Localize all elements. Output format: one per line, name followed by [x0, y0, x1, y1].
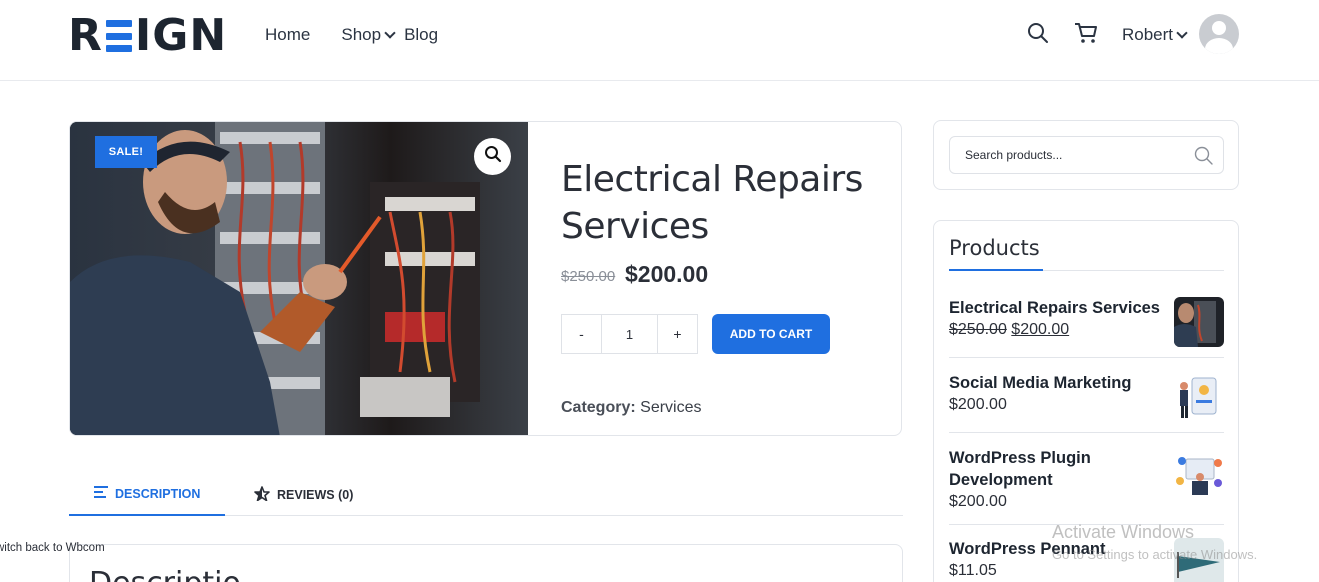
product-thumbnail[interactable]	[1174, 297, 1224, 347]
divider	[949, 357, 1224, 358]
sale-badge: SALE!	[95, 136, 157, 168]
product-image[interactable]: SALE!	[70, 122, 528, 435]
zoom-button[interactable]	[474, 138, 511, 175]
search-widget: Search products...	[933, 120, 1239, 190]
user-menu[interactable]: Robert	[1122, 25, 1188, 45]
logo-e-mark	[105, 20, 132, 52]
product-name[interactable]: WordPress Plugin Development	[949, 447, 1171, 491]
site-header: R IGN Home Shop Blog Robert	[0, 0, 1319, 81]
list-icon	[94, 486, 108, 501]
title-accent	[949, 269, 1043, 271]
site-logo[interactable]: R IGN	[68, 14, 227, 58]
price-new: $200.00	[1011, 321, 1070, 338]
star-icon	[254, 486, 270, 504]
activate-windows-title: Activate Windows	[1052, 522, 1195, 542]
products-widget-title: Products	[949, 236, 1040, 260]
nav-shop[interactable]: Shop	[341, 25, 396, 45]
price-old: $250.00	[949, 321, 1007, 338]
list-item[interactable]: WordPress Plugin Development $200.00	[949, 447, 1224, 513]
divider	[949, 432, 1224, 433]
tab-reviews[interactable]: REVIEWS (0)	[254, 486, 353, 504]
zoom-icon	[484, 145, 502, 168]
product-name[interactable]: Electrical Repairs Services	[949, 297, 1171, 319]
product-tabs: DESCRIPTION REVIEWS (0)	[69, 472, 903, 516]
tab-reviews-label: REVIEWS (0)	[277, 488, 354, 502]
qty-plus-button[interactable]: +	[658, 315, 697, 353]
quantity-stepper: - 1 +	[561, 314, 698, 354]
nav-home[interactable]: Home	[265, 25, 310, 45]
list-item[interactable]: Electrical Repairs Services $250.00 $200…	[949, 297, 1224, 347]
list-item[interactable]: Social Media Marketing $200.00	[949, 372, 1224, 422]
product-thumbnail[interactable]	[1174, 372, 1224, 422]
search-input[interactable]: Search products...	[949, 136, 1224, 174]
tab-description-label: DESCRIPTION	[115, 486, 201, 501]
nav-blog[interactable]: Blog	[404, 25, 438, 45]
active-tab-indicator	[69, 514, 225, 516]
search-icon[interactable]	[1027, 22, 1049, 49]
price-old: $250.00	[561, 268, 616, 285]
avatar[interactable]	[1199, 14, 1239, 54]
user-name: Robert	[1122, 25, 1174, 44]
chevron-down-icon	[1176, 26, 1188, 39]
activate-windows-subtitle: Go to Settings to activate Windows.	[1052, 547, 1258, 562]
price-new: $200.00	[625, 261, 709, 287]
cart-icon[interactable]	[1074, 22, 1098, 49]
product-title: Electrical Repairs Services	[561, 159, 863, 247]
main-nav: Home Shop Blog	[265, 25, 438, 45]
tab-description[interactable]: DESCRIPTION	[94, 486, 200, 501]
search-placeholder: Search products...	[965, 148, 1063, 162]
product-card: SALE! Electrical Repairs Services $250.0…	[69, 121, 902, 436]
category-link[interactable]: Services	[640, 399, 701, 416]
product-name[interactable]: Social Media Marketing	[949, 372, 1171, 394]
add-to-cart-button[interactable]: ADD TO CART	[712, 314, 830, 354]
product-thumbnail[interactable]	[1174, 451, 1224, 501]
qty-minus-button[interactable]: -	[562, 315, 601, 353]
qty-input[interactable]: 1	[601, 315, 658, 353]
search-icon[interactable]	[1194, 146, 1214, 169]
product-category: Category: Services	[561, 399, 702, 417]
chevron-down-icon	[384, 26, 396, 39]
switch-back-link[interactable]: witch back to Wbcom	[0, 542, 105, 554]
category-label: Category:	[561, 399, 636, 416]
description-heading: Descriptio	[89, 566, 241, 582]
